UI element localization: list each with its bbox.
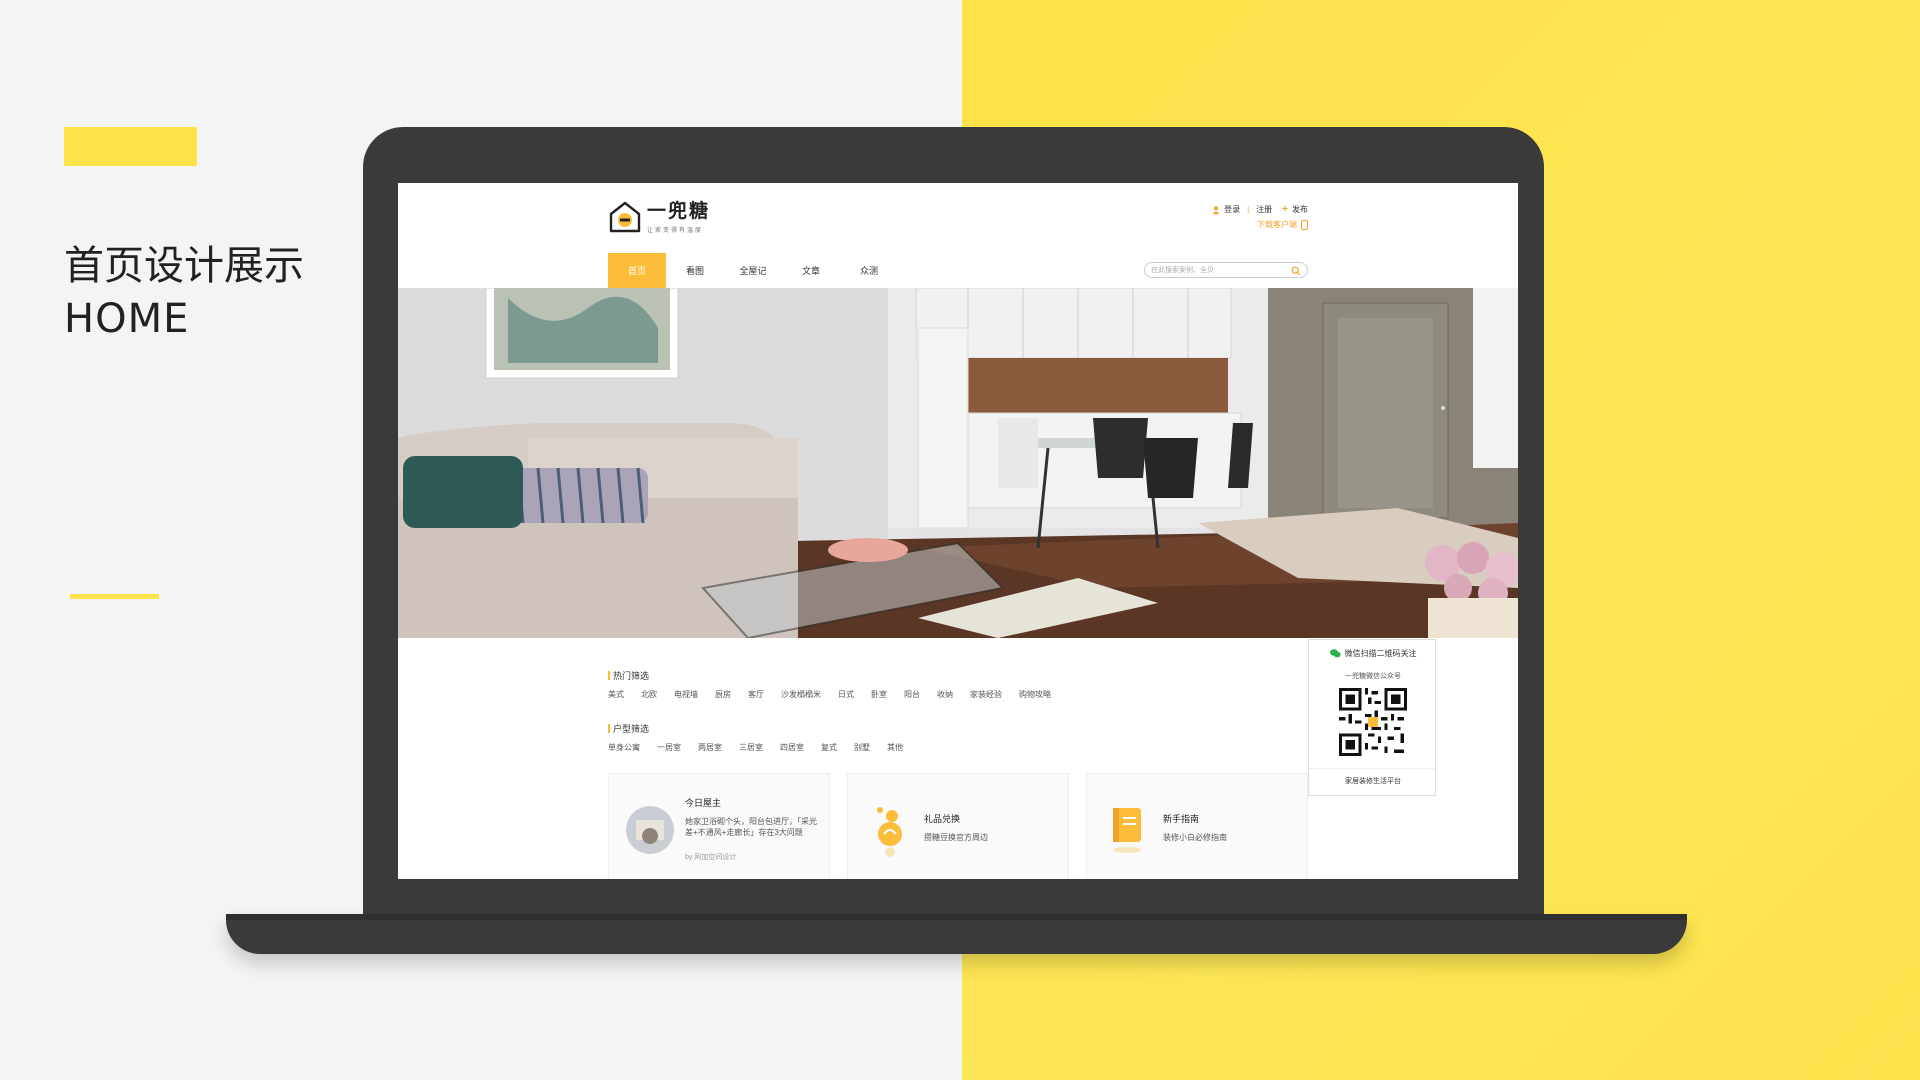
- laptop-base: [226, 914, 1687, 954]
- tag-tv-wall[interactable]: 电视墙: [674, 689, 698, 700]
- download-app-label: 下载客户端: [1257, 220, 1297, 229]
- nav-item-gallery[interactable]: 看图: [666, 253, 724, 289]
- laptop-base-edge: [226, 914, 1687, 920]
- wechat-icon: [1329, 649, 1341, 658]
- logo-house-icon: [609, 201, 641, 233]
- nav-item-whole-house[interactable]: 全屋记: [724, 253, 782, 289]
- tag-storage[interactable]: 收纳: [937, 689, 953, 700]
- download-app-link[interactable]: 下载客户端: [1257, 219, 1308, 230]
- tag-decoration-tips[interactable]: 家装经验: [970, 689, 1002, 700]
- card-title: 今日屋主: [685, 798, 722, 808]
- user-icon: [1212, 205, 1220, 214]
- nav-item-articles[interactable]: 文章: [782, 253, 840, 289]
- site-logo[interactable]: 一兜糖 让家变得有温度: [607, 199, 710, 235]
- qr-panel: 微信扫描二维码关注 一兜糖微信公众号 家居装修生活平台: [1308, 639, 1437, 796]
- login-link[interactable]: 登录: [1224, 204, 1240, 215]
- phone-icon: [1301, 219, 1308, 230]
- filter-title-hot: 热门筛选: [608, 669, 1308, 681]
- card-today-owner[interactable]: 今日屋主 她家卫浴砌个头，阳台包进厅，「采光差+不通风+走廊长」存在3大问题 b…: [608, 773, 830, 879]
- filter-title-layout: 户型筛选: [608, 722, 1308, 734]
- qr-heading: 微信扫描二维码关注: [1309, 648, 1437, 659]
- search-icon[interactable]: [1291, 266, 1301, 276]
- slide-title: 首页设计展示: [64, 243, 304, 289]
- tag-four-rooms[interactable]: 四居室: [780, 742, 804, 753]
- tag-two-rooms[interactable]: 两居室: [698, 742, 722, 753]
- tag-other[interactable]: 其他: [887, 742, 903, 753]
- tag-sofa-tatami[interactable]: 沙发榻榻米: [781, 689, 821, 700]
- site-header: 一兜糖 让家变得有温度 登录 | 注册 + 发布 下载客户端 首页 看图 全屋记…: [398, 183, 1518, 289]
- card-desc: 攒糖豆换官方周边: [924, 833, 988, 842]
- laptop-screen: 一兜糖 让家变得有温度 登录 | 注册 + 发布 下载客户端 首页 看图 全屋记…: [398, 183, 1518, 879]
- tag-bedroom[interactable]: 卧室: [871, 689, 887, 700]
- link-separator: |: [1247, 205, 1250, 214]
- tag-duplex[interactable]: 复式: [821, 742, 837, 753]
- nav-item-home[interactable]: 首页: [608, 253, 666, 289]
- nav-item-reviews[interactable]: 众测: [840, 253, 898, 289]
- publish-link[interactable]: 发布: [1292, 204, 1308, 215]
- card-newbie-guide[interactable]: 新手指南 装修小白必修指南: [1086, 773, 1308, 879]
- candy-icon: [877, 807, 902, 857]
- tag-studio[interactable]: 单身公寓: [608, 742, 640, 753]
- card-desc: 装修小白必修指南: [1163, 833, 1227, 842]
- hot-tags: 美式 北欧 电视墙 厨房 客厅 沙发榻榻米 日式 卧室 阳台 收纳 家装经验 购…: [608, 689, 1308, 700]
- tag-kitchen[interactable]: 厨房: [715, 689, 731, 700]
- accent-bar: [64, 127, 197, 166]
- user-links: 登录 | 注册 + 发布: [1212, 204, 1308, 215]
- qr-footer: 家居装修生活平台: [1309, 768, 1437, 786]
- tag-one-room[interactable]: 一居室: [657, 742, 681, 753]
- tag-japanese[interactable]: 日式: [838, 689, 854, 700]
- accent-line: [70, 594, 159, 599]
- card-gift-exchange[interactable]: 礼品兑换 攒糖豆换官方周边: [847, 773, 1069, 879]
- search-box: [1144, 262, 1308, 278]
- tag-nordic[interactable]: 北欧: [641, 689, 657, 700]
- slide-subtitle: HOME: [64, 296, 190, 342]
- card-title: 新手指南: [1163, 814, 1200, 824]
- plus-icon: +: [1282, 204, 1288, 215]
- hero-banner-image[interactable]: [398, 288, 1518, 638]
- avatar: [626, 806, 674, 854]
- tag-living-room[interactable]: 客厅: [748, 689, 764, 700]
- logo-slogan: 让家变得有温度: [647, 227, 704, 234]
- qr-sub: 一兜糖微信公众号: [1345, 673, 1401, 680]
- card-desc: 她家卫浴砌个头，阳台包进厅，「采光差+不通风+走廊长」存在3大问题: [685, 817, 817, 837]
- tag-shopping-guide[interactable]: 购物攻略: [1019, 689, 1051, 700]
- card-author: by 阿加空间设计: [685, 854, 737, 861]
- main-nav: 首页 看图 全屋记 文章 众测: [608, 253, 898, 289]
- tag-balcony[interactable]: 阳台: [904, 689, 920, 700]
- filters: 热门筛选 美式 北欧 电视墙 厨房 客厅 沙发榻榻米 日式 卧室 阳台 收纳 家…: [608, 669, 1308, 753]
- qr-code: [1339, 688, 1407, 756]
- logo-name: 一兜糖: [647, 200, 711, 222]
- book-icon: [1113, 808, 1141, 853]
- search-input[interactable]: [1151, 264, 1286, 276]
- qr-heading-text: 微信扫描二维码关注: [1344, 649, 1417, 658]
- tag-villa[interactable]: 别墅: [854, 742, 870, 753]
- register-link[interactable]: 注册: [1256, 204, 1272, 215]
- card-title: 礼品兑换: [924, 814, 961, 824]
- layout-tags: 单身公寓 一居室 两居室 三居室 四居室 复式 别墅 其他: [608, 742, 1308, 753]
- tag-three-rooms[interactable]: 三居室: [739, 742, 763, 753]
- tag-american[interactable]: 美式: [608, 689, 624, 700]
